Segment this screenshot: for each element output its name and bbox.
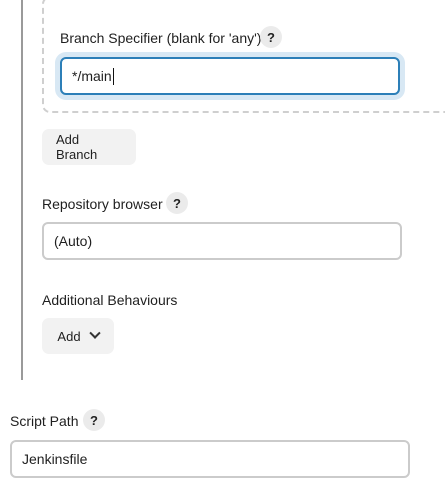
chevron-down-icon <box>88 327 101 339</box>
repository-browser-value: (Auto) <box>54 233 93 249</box>
add-branch-label: Add Branch <box>56 132 98 162</box>
branch-specifier-input[interactable]: */main <box>60 57 400 95</box>
text-caret <box>112 67 114 85</box>
script-path-value: Jenkinsfile <box>22 451 88 467</box>
repository-browser-select[interactable]: (Auto) <box>42 222 402 260</box>
add-branch-button[interactable]: Add Branch <box>42 129 136 165</box>
script-path-label: Script Path <box>10 413 79 429</box>
section-rail <box>21 0 23 380</box>
branch-help-icon[interactable]: ? <box>260 26 282 48</box>
add-behaviour-label: Add <box>57 328 81 344</box>
script-path-help-icon[interactable]: ? <box>83 409 105 431</box>
branch-specifier-value: */main <box>72 68 112 84</box>
branch-specifier-label: Branch Specifier (blank for 'any') <box>60 30 262 46</box>
repository-browser-label: Repository browser <box>42 196 163 212</box>
script-path-input[interactable]: Jenkinsfile <box>10 440 410 478</box>
add-behaviour-button[interactable]: Add <box>42 318 114 354</box>
repo-browser-help-icon[interactable]: ? <box>166 192 188 214</box>
additional-behaviours-label: Additional Behaviours <box>42 292 178 308</box>
